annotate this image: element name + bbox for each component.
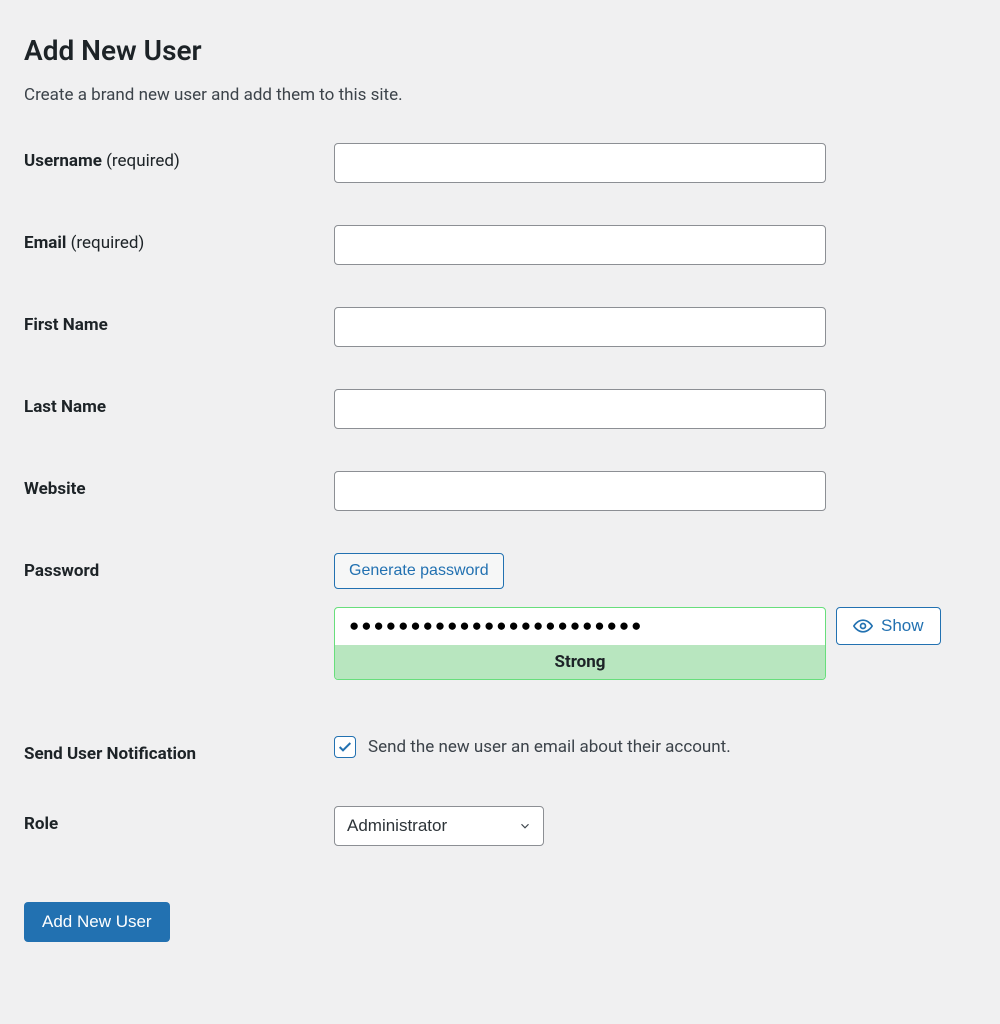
website-input[interactable] <box>334 471 826 511</box>
row-username: Username (required) <box>24 143 976 183</box>
row-notification: Send User Notification Send the new user… <box>24 736 976 764</box>
last-name-label: Last Name <box>24 389 334 417</box>
row-role: Role <box>24 806 976 846</box>
email-input[interactable] <box>334 225 826 265</box>
website-label: Website <box>24 471 334 499</box>
username-input[interactable] <box>334 143 826 183</box>
username-required: (required) <box>102 151 180 171</box>
check-icon <box>337 739 353 755</box>
add-new-user-button[interactable]: Add New User <box>24 902 170 942</box>
username-label-text: Username <box>24 151 102 171</box>
first-name-label: First Name <box>24 307 334 335</box>
email-label: Email (required) <box>24 225 334 253</box>
password-input[interactable]: ●●●●●●●●●●●●●●●●●●●●●●●● <box>335 608 825 645</box>
notification-label: Send User Notification <box>24 736 334 764</box>
email-label-text: Email <box>24 233 66 253</box>
row-first-name: First Name <box>24 307 976 347</box>
row-last-name: Last Name <box>24 389 976 429</box>
last-name-input[interactable] <box>334 389 826 429</box>
show-button-label: Show <box>881 616 924 636</box>
role-select[interactable] <box>334 806 544 846</box>
notification-checkbox-label: Send the new user an email about their a… <box>368 737 731 757</box>
email-required: (required) <box>66 233 144 253</box>
username-label: Username (required) <box>24 143 334 171</box>
eye-icon <box>853 616 873 636</box>
password-label: Password <box>24 553 334 581</box>
generate-password-button[interactable]: Generate password <box>334 553 504 589</box>
page-subtitle: Create a brand new user and add them to … <box>24 85 976 105</box>
notification-checkbox[interactable] <box>334 736 356 758</box>
role-label: Role <box>24 806 334 834</box>
show-password-button[interactable]: Show <box>836 607 941 645</box>
row-website: Website <box>24 471 976 511</box>
row-email: Email (required) <box>24 225 976 265</box>
row-password: Password Generate password ●●●●●●●●●●●●●… <box>24 553 976 680</box>
first-name-input[interactable] <box>334 307 826 347</box>
page-title: Add New User <box>24 34 976 67</box>
password-strength: Strong <box>335 645 825 679</box>
password-box: ●●●●●●●●●●●●●●●●●●●●●●●● Strong <box>334 607 826 680</box>
